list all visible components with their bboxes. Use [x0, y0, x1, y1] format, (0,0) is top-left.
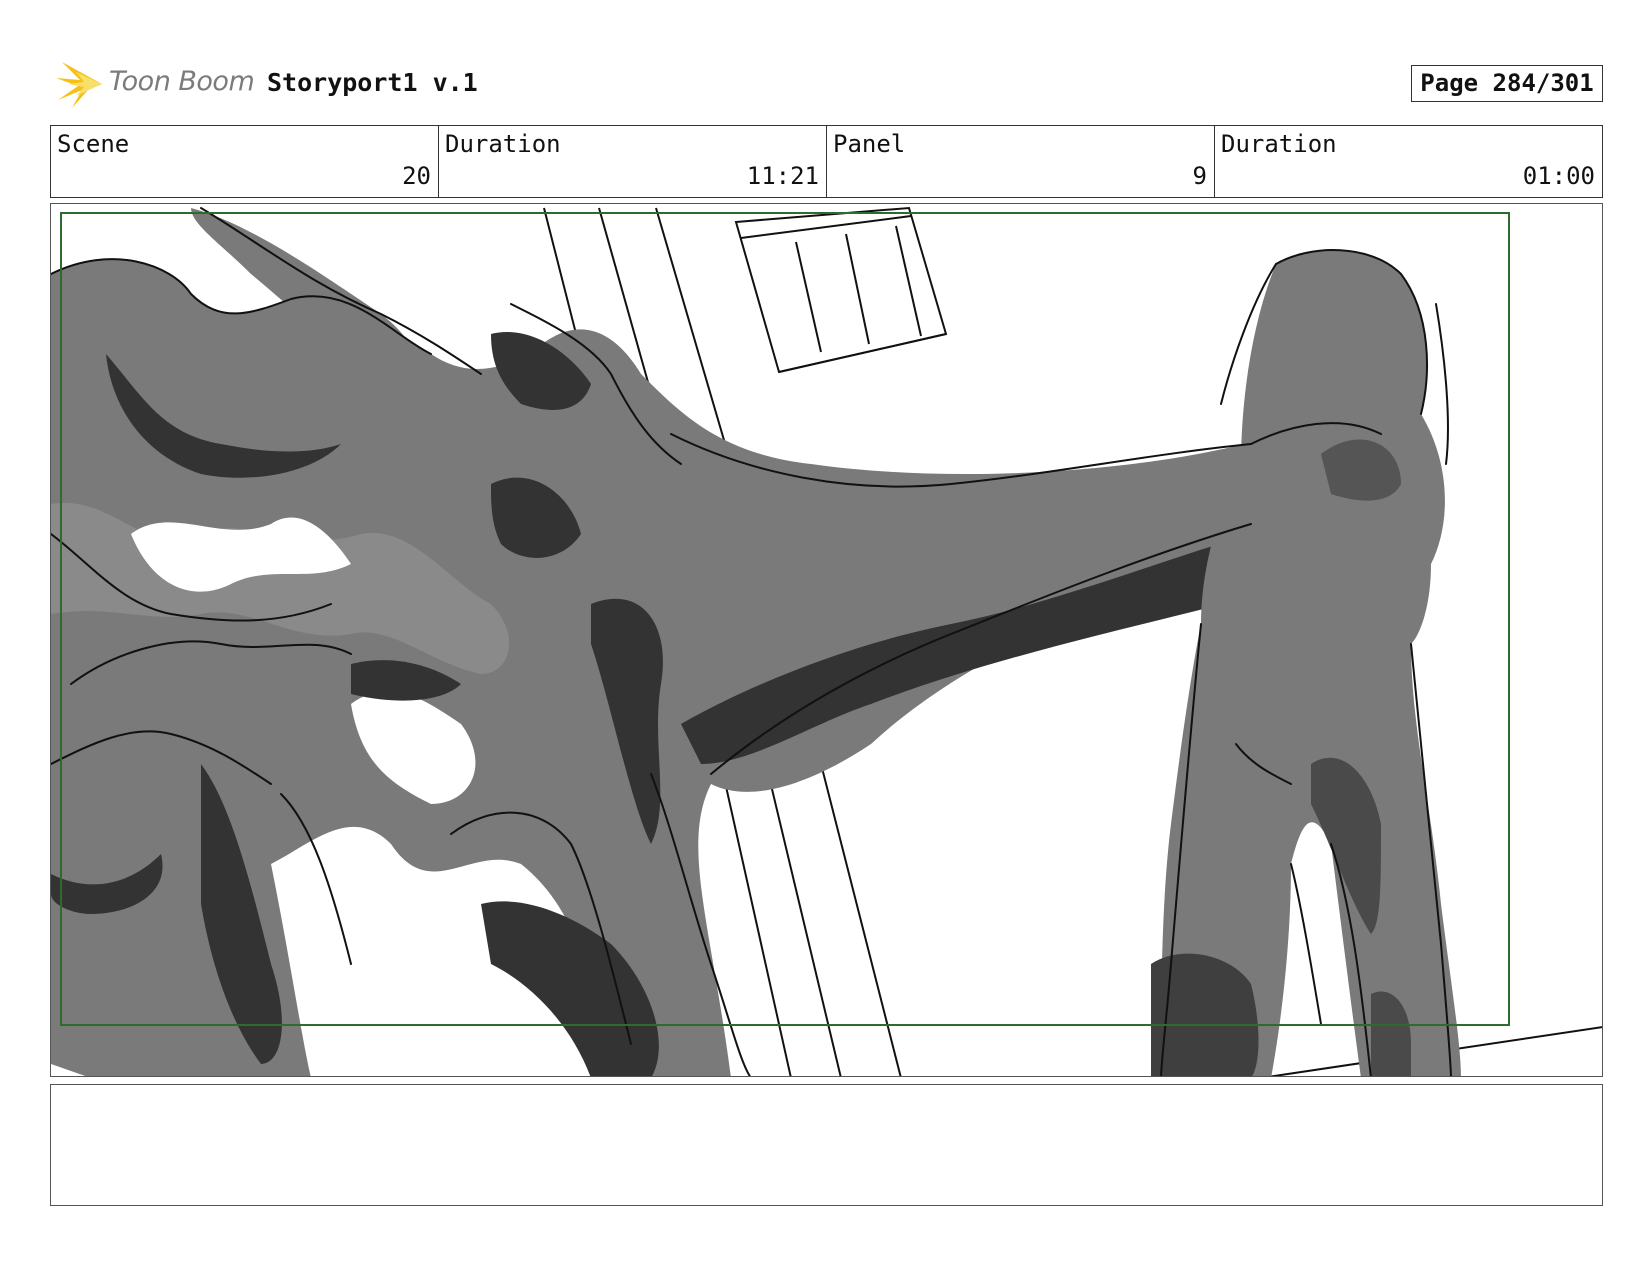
storyboard-panel — [50, 203, 1603, 1077]
toon-boom-logo: Toon Boom — [54, 56, 255, 112]
project-title: Storyport1 v.1 — [267, 68, 478, 97]
scene-duration-label: Duration — [445, 130, 561, 158]
panel-value: 9 — [1192, 162, 1207, 190]
panel-duration-cell: Duration 01:00 — [1215, 126, 1602, 197]
panel-duration-label: Duration — [1221, 130, 1337, 158]
starburst-icon — [56, 62, 102, 108]
panel-label: Panel — [833, 130, 906, 158]
brand-name: Toon Boom — [109, 66, 255, 97]
scene-duration-value: 11:21 — [746, 162, 819, 190]
panel-sketch — [51, 206, 1602, 1076]
panel-duration-value: 01:00 — [1522, 162, 1595, 190]
page-indicator: Page 284/301 — [1411, 65, 1603, 102]
panel-cell: Panel 9 — [827, 126, 1215, 197]
info-bar: Scene 20 Duration 11:21 Panel 9 Duration… — [50, 125, 1603, 198]
scene-cell: Scene 20 — [51, 126, 439, 197]
scene-label: Scene — [57, 130, 130, 158]
scene-value: 20 — [402, 162, 431, 190]
scene-duration-cell: Duration 11:21 — [439, 126, 827, 197]
window-sketch — [734, 206, 948, 374]
notes-box — [50, 1084, 1603, 1206]
